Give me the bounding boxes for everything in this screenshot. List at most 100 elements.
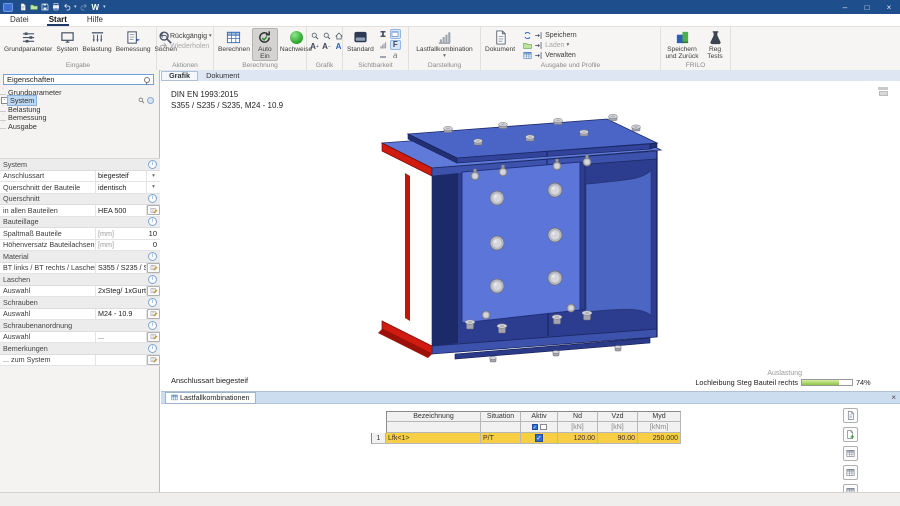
redo-button[interactable]: Wiederholen (159, 41, 209, 51)
zoom-in-icon[interactable] (309, 31, 320, 41)
cell-vzd[interactable]: 90.00 (598, 433, 638, 444)
undo-icon[interactable] (61, 2, 72, 13)
system-button[interactable]: System (54, 28, 80, 54)
profil-laden-button[interactable]: Laden ▾ (523, 40, 577, 50)
cell-myd[interactable]: 250.000 (638, 433, 681, 444)
quick-access-dropdown-icon[interactable]: ▾ (101, 4, 108, 10)
model-3d-beam-splice[interactable] (360, 110, 690, 380)
property-row-anschlussart[interactable]: Anschlussartbiegesteif▾ (0, 171, 160, 183)
font-decrease-button[interactable]: A− (321, 42, 332, 52)
search-icon[interactable] (138, 97, 145, 104)
uncheck-all-checkbox[interactable] (540, 424, 547, 431)
properties-header[interactable]: Eigenschaften (3, 74, 154, 85)
lastfallkombination-dropdown[interactable]: Lastfallkombination ▾ (414, 28, 474, 60)
graphics-canvas[interactable]: DIN EN 1993:2015 S355 / S235 / S235, M24… (161, 81, 900, 391)
tree-item-bemessung[interactable]: ·—Bemessung (0, 114, 160, 123)
zoom-out-icon[interactable] (321, 31, 332, 41)
cell-situation[interactable]: P/T (481, 433, 521, 444)
edit-icon[interactable] (147, 355, 160, 365)
info-icon[interactable]: i (148, 252, 157, 261)
property-row-querschnitt-bauteile[interactable]: Querschnitt der Bauteileidentisch▾ (0, 182, 160, 194)
grundparameter-button[interactable]: Grundparameter (2, 28, 54, 54)
profil-verwalten-button[interactable]: Verwalten (523, 50, 577, 60)
info-icon[interactable]: i (148, 160, 157, 169)
property-row-in-allen-bauteilen[interactable]: in allen BauteilenHEA 500 (0, 205, 160, 217)
maximize-button[interactable]: □ (856, 0, 878, 14)
info-icon[interactable]: i (148, 321, 157, 330)
print-icon[interactable] (50, 2, 61, 13)
tree-item-belastung[interactable]: ·—Belastung (0, 105, 160, 114)
add-row-button[interactable] (843, 427, 858, 442)
info-icon[interactable]: i (148, 344, 157, 353)
property-row-spaltmass[interactable]: Spaltmaß Bauteile[mm]10 (0, 228, 160, 240)
property-row-hoehenversatz[interactable]: Höhenversatz Bauteilachsen[mm]0 (0, 240, 160, 252)
info-icon[interactable]: i (148, 275, 157, 284)
dropdown-caret-icon[interactable]: ▾ (152, 184, 155, 190)
close-button[interactable]: × (878, 0, 900, 14)
speichern-und-zurueck-button[interactable]: Speichern und Zurück (663, 28, 701, 61)
tree-item-system[interactable]: -System (0, 97, 160, 106)
check-all-checkbox[interactable]: ✓ (532, 424, 539, 431)
panel-close-icon[interactable]: × (891, 392, 896, 403)
property-row-bemerkung-system[interactable]: ... zum System (0, 355, 160, 367)
info-icon[interactable]: i (148, 194, 157, 203)
property-row-schrauben-auswahl[interactable]: AuswahlM24 - 10.9 (0, 309, 160, 321)
col-myd[interactable]: Myd (638, 411, 681, 422)
edit-icon[interactable] (147, 286, 160, 296)
quick-access-w-button[interactable]: W (90, 3, 102, 12)
col-vzd[interactable]: Vzd (598, 411, 638, 422)
pin-icon[interactable] (144, 77, 150, 83)
redo-icon[interactable] (79, 2, 90, 13)
tree-item-ausgabe[interactable]: ·—Ausgabe (0, 122, 160, 131)
chart-visibility-icon[interactable] (378, 40, 389, 50)
edit-icon[interactable] (147, 263, 160, 273)
col-nd[interactable]: Nd (558, 411, 598, 422)
col-situation[interactable]: Situation (481, 411, 521, 422)
info-icon[interactable]: i (148, 298, 157, 307)
dimension-visibility-icon[interactable] (378, 51, 389, 61)
view-scale-widget[interactable] (872, 87, 888, 101)
open-folder-icon[interactable] (28, 2, 39, 13)
tab-start[interactable]: Start (39, 14, 77, 26)
bemessung-button[interactable]: Bemessung (114, 28, 153, 54)
copy-button[interactable] (843, 408, 858, 423)
profil-speichern-button[interactable]: Speichern (523, 30, 577, 40)
font-increase-button[interactable]: A+ (309, 42, 320, 52)
tab-hilfe[interactable]: Hilfe (77, 14, 113, 26)
tab-grafik[interactable]: Grafik (161, 71, 198, 81)
standard-view-button[interactable]: Standard (345, 28, 376, 54)
dokument-button[interactable]: Dokument (483, 28, 517, 54)
edit-icon[interactable] (147, 205, 160, 215)
edit-icon[interactable] (147, 309, 160, 319)
ibeam-visibility-icon[interactable] (378, 29, 389, 39)
col-bezeichnung[interactable]: Bezeichnung (386, 411, 481, 422)
nav-circle-icon[interactable] (147, 97, 154, 104)
property-row-material-bt[interactable]: BT links / BT rechts / LaschenS355 / S23… (0, 263, 160, 275)
info-icon[interactable]: i (148, 217, 157, 226)
edit-icon[interactable] (147, 332, 160, 342)
auto-ein-toggle[interactable]: Auto Ein (252, 28, 278, 61)
col-aktiv[interactable]: Aktiv (521, 411, 558, 422)
property-row-laschen-auswahl[interactable]: Auswahl2xSteg/ 1xGurt.o/ 1xGurt.u (0, 286, 160, 298)
cell-bezeichnung[interactable]: Lfk<1> (386, 433, 481, 444)
property-row-anordnung-auswahl[interactable]: Auswahl... (0, 332, 160, 344)
panel-visibility-icon[interactable] (390, 29, 401, 39)
text-visibility-icon[interactable]: a (390, 51, 401, 61)
cell-nd[interactable]: 120.00 (558, 433, 598, 444)
aktiv-checkbox[interactable]: ✓ (535, 434, 543, 442)
tab-dokument[interactable]: Dokument (198, 71, 247, 81)
dropdown-caret-icon[interactable]: ▾ (152, 173, 155, 179)
tree-item-grundparameter[interactable]: ·—Grundparameter (0, 88, 160, 97)
belastung-button[interactable]: Belastung (80, 28, 113, 54)
tab-lastfallkombinationen[interactable]: Lastfallkombinationen (166, 393, 255, 403)
berechnen-button[interactable]: Berechnen (216, 28, 252, 54)
new-document-icon[interactable] (17, 2, 28, 13)
table-row[interactable]: 1 Lfk<1> P/T ✓ 120.00 90.00 250.000 (371, 433, 681, 444)
save-icon[interactable] (39, 2, 50, 13)
tab-datei[interactable]: Datei (0, 14, 39, 26)
table-view-button[interactable] (843, 446, 858, 461)
table-import-button[interactable] (843, 465, 858, 480)
reg-tests-button[interactable]: Reg Tests (701, 28, 729, 61)
undo-button[interactable]: Rückgängig ▾ (159, 31, 212, 41)
force-labels-toggle[interactable]: F (390, 40, 401, 50)
